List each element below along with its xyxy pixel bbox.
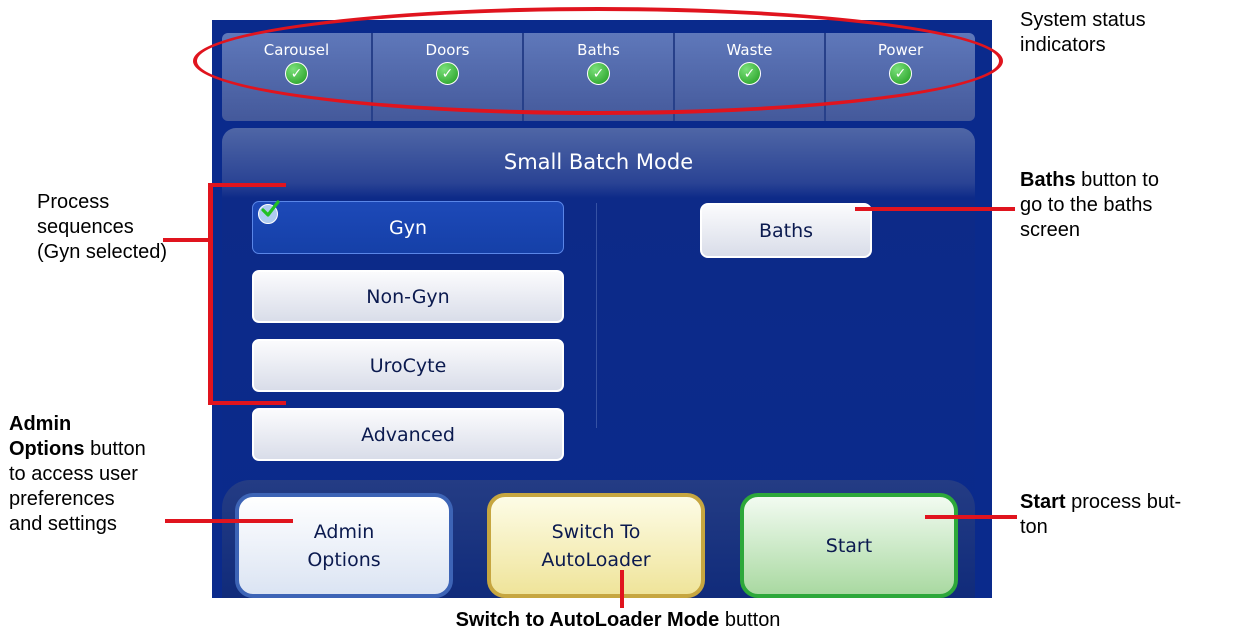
callout-admin: Admin Options button to access user pref…: [9, 412, 146, 537]
admin-label-line1: Admin: [313, 520, 375, 543]
admin-options-button[interactable]: Admin Options: [235, 493, 453, 598]
callout-start-line2: ton: [1020, 516, 1048, 538]
baths-label: Baths: [758, 219, 814, 242]
baths-button[interactable]: Baths: [700, 203, 872, 258]
callout-baths-bold: Baths: [1020, 169, 1076, 191]
process-bracket: [208, 183, 213, 405]
admin-leader-line: [165, 519, 293, 523]
callout-admin-bold2: Options: [9, 438, 85, 460]
callout-switch-bold: Switch to AutoLoader Mode: [455, 609, 720, 631]
callout-process-line3: (Gyn selected): [37, 241, 168, 263]
callout-process: Process sequences (Gyn selected): [37, 190, 167, 265]
gyn-label: Gyn: [388, 216, 427, 239]
callout-status-line2: indicators: [1020, 34, 1106, 56]
process-bracket-top: [208, 183, 286, 187]
callout-baths: Baths button to go to the baths screen: [1020, 168, 1159, 243]
non-gyn-label: Non-Gyn: [366, 285, 450, 308]
gyn-button[interactable]: Gyn: [252, 200, 564, 254]
switch-label: Switch To AutoLoader: [541, 518, 650, 574]
callout-baths-line2: go to the baths: [1020, 194, 1153, 216]
selected-check-icon: [258, 200, 280, 224]
switch-to-autoloader-button[interactable]: Switch To AutoLoader: [487, 493, 705, 598]
admin-label-line2: Options: [307, 548, 381, 571]
callout-admin-line5: and settings: [9, 513, 117, 535]
callout-start-bold: Start: [1020, 491, 1066, 513]
start-button[interactable]: Start: [740, 493, 958, 598]
callout-admin-bold1: Admin: [9, 413, 72, 435]
status-highlight-oval: [193, 7, 1003, 115]
switch-label-line1: Switch To: [551, 520, 641, 543]
callout-start: Start process but- ton: [1020, 490, 1181, 540]
non-gyn-button[interactable]: Non-Gyn: [252, 270, 564, 323]
panel-divider: [596, 203, 597, 428]
callout-process-line2: sequences: [37, 216, 134, 238]
process-leader-line: [163, 238, 210, 242]
admin-options-label: Admin Options: [307, 518, 380, 574]
callout-start-rest: process but-: [1071, 491, 1182, 513]
callout-switch-rest: button: [724, 609, 781, 631]
urocyte-button[interactable]: UroCyte: [252, 339, 564, 392]
callout-status-line1: System status: [1020, 9, 1146, 31]
baths-leader-line: [855, 207, 1015, 211]
callout-switch: Switch to AutoLoader Mode button: [0, 608, 1236, 633]
callout-process-line1: Process: [37, 191, 110, 213]
callout-status: System status indicators: [1020, 8, 1146, 58]
urocyte-label: UroCyte: [369, 354, 447, 377]
mode-title: Small Batch Mode: [503, 150, 694, 174]
process-bracket-bottom: [208, 401, 286, 405]
switch-label-line2: AutoLoader: [541, 548, 651, 571]
callout-admin-rest: button: [90, 438, 146, 460]
switch-leader-line: [620, 570, 624, 608]
start-label: Start: [825, 534, 873, 557]
start-leader-line: [925, 515, 1017, 519]
callout-admin-line4: preferences: [9, 488, 115, 510]
callout-baths-line3: screen: [1020, 219, 1081, 241]
advanced-label: Advanced: [361, 423, 455, 446]
callout-baths-rest: button to: [1081, 169, 1159, 191]
advanced-button[interactable]: Advanced: [252, 408, 564, 461]
callout-admin-line3: to access user: [9, 463, 138, 485]
